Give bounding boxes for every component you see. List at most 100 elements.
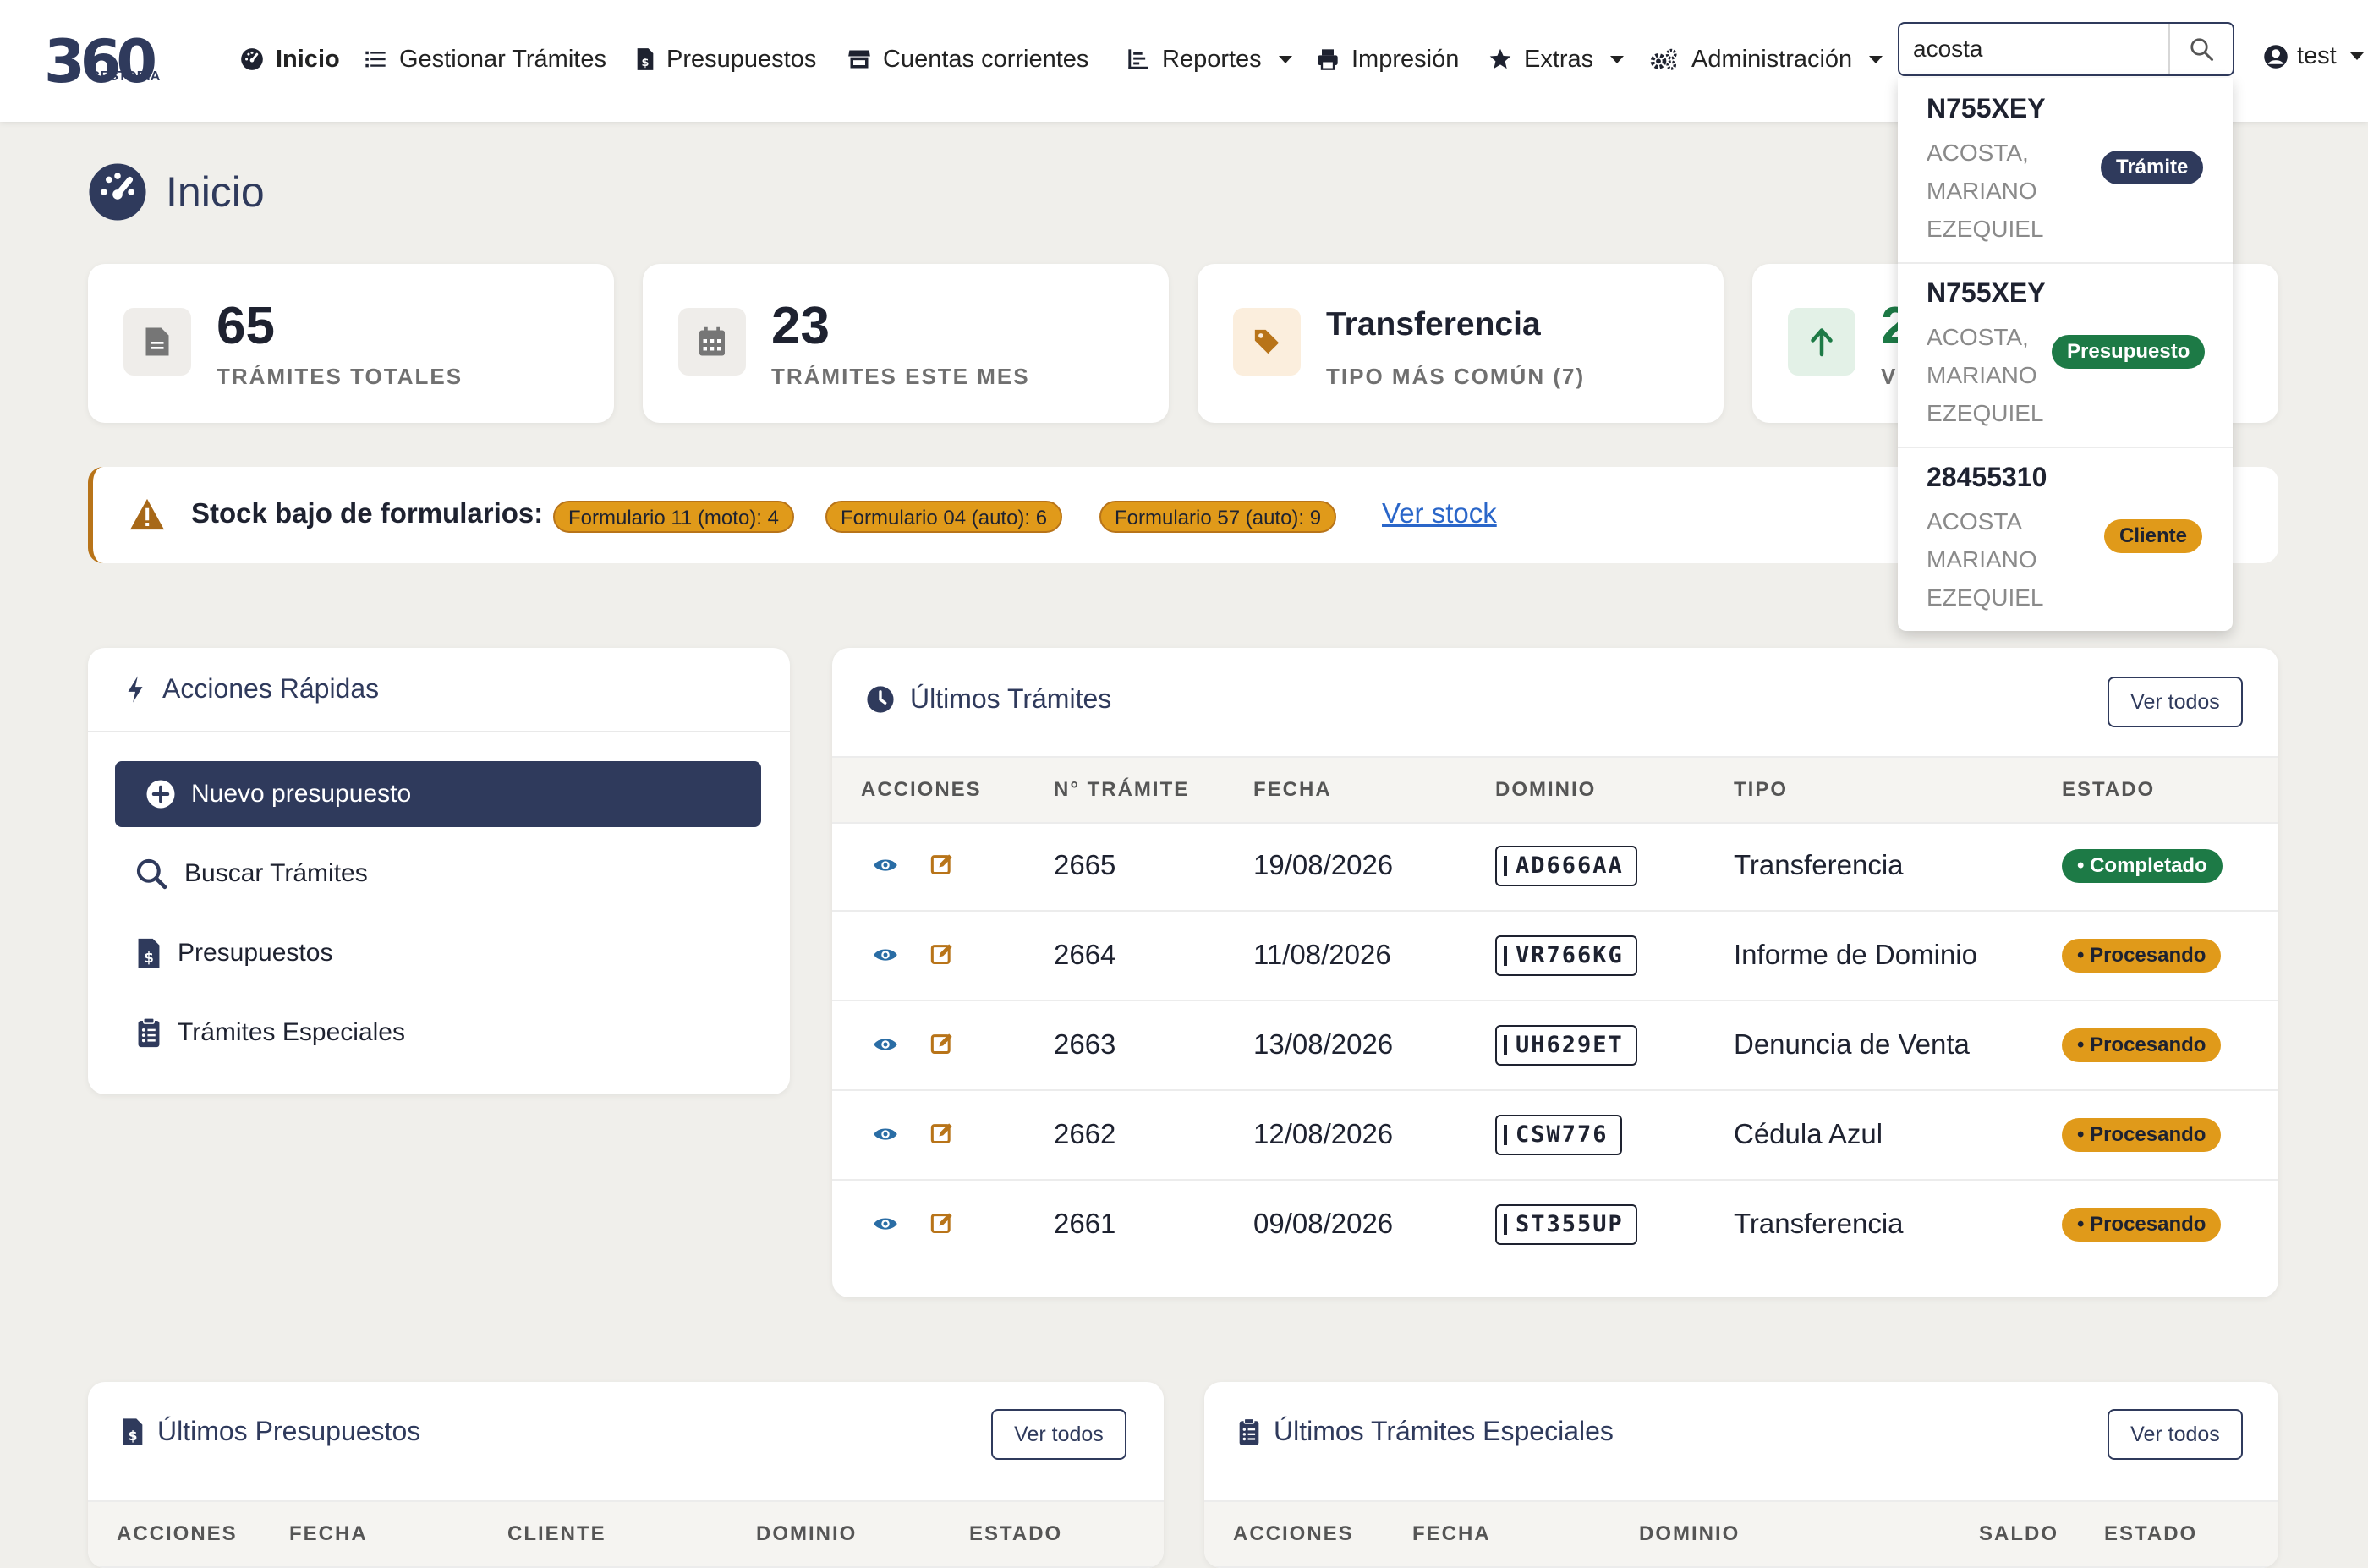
buscar-tramites-action[interactable]: Buscar Trámites (135, 858, 368, 890)
tramite-type: Transferencia (1734, 1208, 1904, 1239)
edit-icon[interactable] (930, 853, 954, 876)
search-input[interactable] (1899, 24, 2180, 74)
svg-text:$: $ (642, 57, 650, 69)
presupuestos-label: Presupuestos (178, 939, 333, 967)
edit-icon[interactable] (930, 1121, 954, 1145)
nav-reportes[interactable]: Reportes (1126, 39, 1292, 79)
warning-icon (130, 498, 164, 530)
ver-todos-button[interactable]: Ver todos (2108, 1409, 2243, 1460)
ultimos-presupuestos-header: $ Últimos Presupuestos (122, 1416, 420, 1447)
bar-chart-icon (1128, 49, 1148, 69)
nav-extras-label: Extras (1524, 45, 1594, 73)
column-header: DOMINIO (1495, 778, 1597, 801)
stat-icon-box (1233, 308, 1301, 376)
tramite-number: 2661 (1054, 1208, 1116, 1239)
nav-inicio[interactable]: Inicio (240, 39, 340, 79)
arrow-up-icon (1811, 328, 1833, 357)
chevron-down-icon (1869, 55, 1883, 63)
tramite-date: 09/08/2026 (1253, 1208, 1394, 1239)
nav-presupuestos-label: Presupuestos (666, 45, 817, 73)
result-type-badge: Trámite (2101, 151, 2204, 184)
user-menu[interactable]: test (2263, 42, 2364, 70)
nav-gestionar-tramites[interactable]: Gestionar Trámites (364, 39, 606, 79)
eye-icon[interactable] (873, 1032, 898, 1057)
ultimos-presupuestos-title: Últimos Presupuestos (157, 1416, 421, 1446)
license-plate: ST355UP (1495, 1204, 1637, 1245)
nuevo-presupuesto-label: Nuevo presupuesto (191, 780, 412, 808)
license-plate: AD666AA (1495, 846, 1637, 886)
license-plate: VR766KG (1495, 935, 1637, 976)
column-header: ESTADO (2104, 1522, 2198, 1545)
nav-administracion[interactable]: Administración (1649, 39, 1883, 79)
tramite-type: Informe de Dominio (1734, 939, 1977, 970)
nav-presupuestos[interactable]: $ Presupuestos (636, 39, 816, 79)
stat-label: TRÁMITES TOTALES (217, 364, 463, 389)
ver-todos-button[interactable]: Ver todos (2108, 677, 2243, 727)
tramite-type: Denuncia de Venta (1734, 1028, 1970, 1060)
ultimos-tramites-title: Últimos Trámites (910, 683, 1112, 714)
quick-actions-card: Acciones Rápidas Nuevo presupuesto Busca… (88, 648, 790, 1094)
nav-cuentas-label: Cuentas corrientes (883, 45, 1089, 73)
tramite-date: 11/08/2026 (1253, 939, 1391, 970)
tramites-especiales-action[interactable]: Trámites Especiales (137, 1017, 405, 1049)
page-title: Inicio (166, 168, 265, 216)
user-name: test (2297, 42, 2337, 69)
invoice-dollar-icon: $ (138, 938, 160, 968)
stat-value: 65 (217, 297, 275, 355)
search-icon (136, 858, 167, 890)
chevron-down-icon (1278, 55, 1292, 63)
brand-logo[interactable]: 360 GESTORIA (44, 27, 160, 96)
user-circle-icon (2264, 44, 2288, 69)
nav-cuentas-corrientes[interactable]: Cuentas corrientes (847, 39, 1088, 79)
clock-icon (867, 685, 894, 713)
edit-icon[interactable] (930, 942, 954, 966)
svg-text:$: $ (144, 950, 154, 967)
bolt-icon (128, 675, 143, 703)
stat-card-tramites-mes: 23 TRÁMITES ESTE MES (643, 264, 1169, 423)
column-header: FECHA (1412, 1522, 1491, 1545)
edit-icon[interactable] (930, 1032, 954, 1055)
tramite-number: 2663 (1054, 1028, 1116, 1060)
ultimos-especiales-card: Últimos Trámites Especiales Ver todos AC… (1204, 1382, 2278, 1568)
column-header: ACCIONES (1233, 1522, 1354, 1545)
table-row: 2662 12/08/2026 CSW776 Cédula Azul • Pro… (832, 1089, 2278, 1181)
eye-icon[interactable] (873, 1121, 898, 1147)
presupuestos-action[interactable]: $ Presupuestos (137, 937, 332, 969)
column-header: FECHA (289, 1522, 368, 1545)
tramite-date: 12/08/2026 (1253, 1118, 1394, 1149)
eye-icon[interactable] (873, 1211, 898, 1236)
search-result-item[interactable]: N755XEY ACOSTA, MARIANO EZEQUIEL Trámite (1898, 78, 2233, 264)
ver-todos-button[interactable]: Ver todos (991, 1409, 1126, 1460)
edit-icon[interactable] (930, 1211, 954, 1235)
eye-icon[interactable] (873, 853, 898, 878)
result-name: ACOSTA, MARIANO EZEQUIEL (1927, 324, 2044, 426)
tramite-type: Transferencia (1734, 849, 1904, 880)
ultimos-presupuestos-card: $ Últimos Presupuestos Ver todos ACCIONE… (88, 1382, 1164, 1568)
result-name: ACOSTA, MARIANO EZEQUIEL (1927, 140, 2044, 242)
column-header: CLIENTE (507, 1522, 606, 1545)
tag-icon (1254, 329, 1280, 354)
stat-card-tramites-totales: 65 TRÁMITES TOTALES (88, 264, 614, 423)
stat-label: V (1881, 364, 1898, 389)
search-button[interactable] (2168, 24, 2233, 74)
stat-label: TRÁMITES ESTE MES (771, 364, 1030, 389)
result-type-badge: Presupuesto (2052, 335, 2206, 369)
ver-stock-link[interactable]: Ver stock (1382, 497, 1497, 529)
dashboard-icon (241, 48, 263, 70)
search-result-item[interactable]: 28455310 ACOSTA MARIANO EZEQUIEL Cliente (1898, 447, 2233, 631)
stat-value: 23 (771, 297, 830, 355)
chevron-down-icon (1610, 55, 1625, 63)
stat-card-tipo-comun: Transferencia TIPO MÁS COMÚN (7) (1198, 264, 1724, 423)
result-name: ACOSTA MARIANO EZEQUIEL (1927, 508, 2044, 611)
chevron-down-icon (2349, 52, 2364, 60)
search-result-item[interactable]: N755XEY ACOSTA, MARIANO EZEQUIEL Presupu… (1898, 262, 2233, 448)
status-badge: • Completado (2062, 849, 2223, 883)
logo-subtitle: GESTORIA (90, 69, 161, 84)
stat-icon-box (123, 308, 191, 376)
nuevo-presupuesto-button[interactable]: Nuevo presupuesto (115, 761, 761, 827)
nav-impresion[interactable]: Impresión (1316, 39, 1459, 79)
ultimos-tramites-header: Últimos Trámites (866, 683, 1111, 715)
nav-extras[interactable]: Extras (1488, 39, 1625, 79)
eye-icon[interactable] (873, 942, 898, 968)
result-type-badge: Cliente (2104, 519, 2203, 553)
